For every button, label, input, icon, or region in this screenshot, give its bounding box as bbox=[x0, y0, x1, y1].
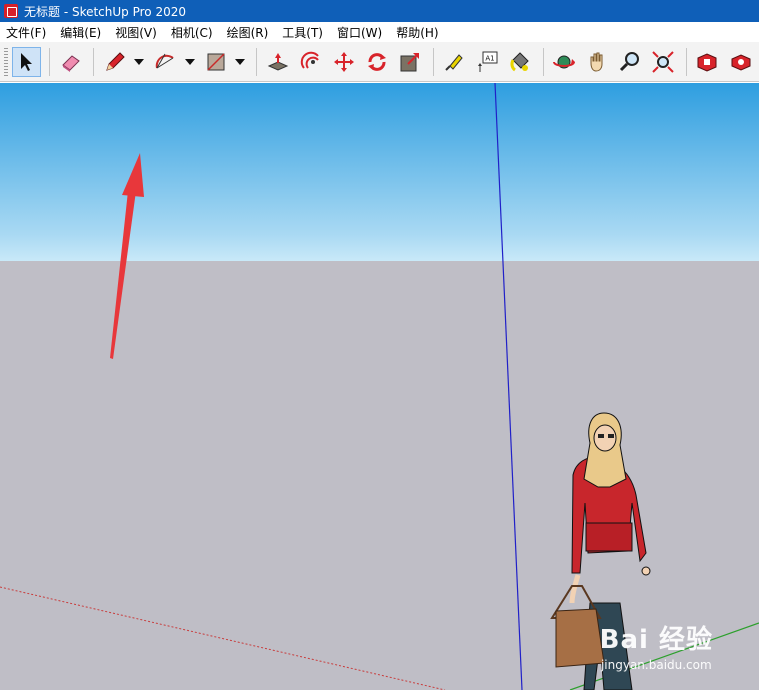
zoom-extents-icon bbox=[652, 50, 675, 73]
pencil-dropdown[interactable] bbox=[133, 47, 145, 77]
offset-icon bbox=[300, 51, 319, 69]
title-bar: 无标题 - SketchUp Pro 2020 bbox=[0, 0, 759, 22]
menu-tools[interactable]: 工具(T) bbox=[282, 24, 323, 41]
menu-help[interactable]: 帮助(H) bbox=[396, 24, 438, 41]
window-title: 无标题 - SketchUp Pro 2020 bbox=[24, 4, 186, 19]
arc-icon bbox=[156, 53, 174, 68]
annotation-arrow bbox=[110, 153, 144, 359]
orbit-tool-button[interactable] bbox=[550, 47, 579, 77]
paint-bucket-tool-button[interactable] bbox=[506, 47, 535, 77]
menu-draw[interactable]: 绘图(R) bbox=[227, 24, 269, 41]
chevron-down-icon bbox=[235, 58, 246, 65]
toolbar-separator bbox=[93, 47, 95, 76]
tape-measure-icon bbox=[445, 53, 463, 71]
menu-edit[interactable]: 编辑(E) bbox=[60, 24, 101, 41]
zoom-extents-tool-button[interactable] bbox=[649, 47, 678, 77]
extension-warehouse-button[interactable] bbox=[726, 47, 755, 77]
sketchup-logo-icon bbox=[4, 4, 18, 18]
arc-tool-button[interactable] bbox=[151, 47, 180, 77]
pan-icon bbox=[590, 52, 603, 72]
extension-icon bbox=[731, 53, 751, 71]
rectangle-tool-button[interactable] bbox=[201, 47, 230, 77]
toolbar-separator bbox=[256, 47, 258, 76]
orbit-icon bbox=[553, 55, 576, 68]
rectangle-icon bbox=[207, 52, 225, 71]
move-tool-button[interactable] bbox=[329, 47, 358, 77]
menu-window[interactable]: 窗口(W) bbox=[337, 24, 382, 41]
eraser-icon bbox=[61, 54, 80, 72]
red-axis bbox=[0, 586, 446, 690]
paint-bucket-icon bbox=[510, 51, 529, 71]
warehouse-button[interactable] bbox=[693, 47, 722, 77]
blue-axis bbox=[494, 83, 523, 690]
watermark-sub: jingyan.baidu.com bbox=[600, 658, 712, 672]
warehouse-icon bbox=[697, 52, 717, 72]
move-icon bbox=[333, 51, 354, 72]
offset-tool-button[interactable] bbox=[296, 47, 325, 77]
toolbar-separator bbox=[685, 47, 687, 76]
pencil-icon bbox=[105, 51, 125, 71]
scale-icon bbox=[400, 52, 419, 71]
select-tool-button[interactable] bbox=[11, 46, 42, 77]
push-pull-tool-button[interactable] bbox=[263, 47, 292, 77]
toolbar-separator bbox=[542, 47, 544, 76]
text-tool-button[interactable]: A1 bbox=[473, 47, 502, 77]
rectangle-dropdown[interactable] bbox=[235, 47, 247, 77]
text-tool-label: A1 bbox=[485, 54, 494, 62]
watermark-main: Bai 经验 bbox=[599, 625, 713, 655]
rotate-tool-button[interactable] bbox=[362, 47, 391, 77]
viewport-overlay bbox=[0, 83, 759, 690]
menu-file[interactable]: 文件(F) bbox=[6, 24, 46, 41]
rotate-icon bbox=[367, 52, 386, 71]
pencil-tool-button[interactable] bbox=[100, 47, 129, 77]
eraser-tool-button[interactable] bbox=[56, 47, 85, 77]
text-icon: A1 bbox=[478, 51, 498, 72]
zoom-tool-button[interactable] bbox=[616, 47, 645, 77]
select-icon bbox=[21, 52, 33, 71]
menu-view[interactable]: 视图(V) bbox=[115, 24, 157, 41]
toolbar-grip[interactable] bbox=[4, 47, 8, 76]
chevron-down-icon bbox=[133, 58, 144, 65]
push-pull-icon bbox=[267, 52, 288, 71]
toolbar-separator bbox=[49, 47, 50, 76]
pan-tool-button[interactable] bbox=[583, 47, 612, 77]
model-viewport[interactable]: Bai 经验 jingyan.baidu.com bbox=[0, 83, 759, 690]
arc-dropdown[interactable] bbox=[184, 47, 196, 77]
tape-measure-tool-button[interactable] bbox=[439, 47, 468, 77]
menu-camera[interactable]: 相机(C) bbox=[171, 24, 213, 41]
toolbar-separator bbox=[432, 47, 434, 76]
main-toolbar: A1 bbox=[0, 42, 759, 82]
scale-tool-button[interactable] bbox=[395, 47, 424, 77]
chevron-down-icon bbox=[184, 58, 195, 65]
baidu-watermark: Bai 经验 jingyan.baidu.com bbox=[600, 619, 713, 672]
menu-bar: 文件(F) 编辑(E) 视图(V) 相机(C) 绘图(R) 工具(T) 窗口(W… bbox=[0, 22, 759, 42]
zoom-icon bbox=[620, 51, 640, 71]
